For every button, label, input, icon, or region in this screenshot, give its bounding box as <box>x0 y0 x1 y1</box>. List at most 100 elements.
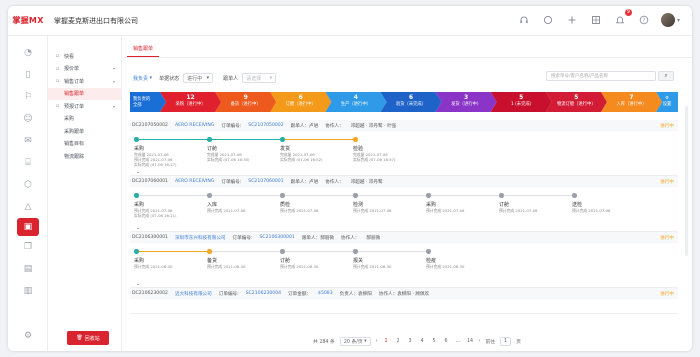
page-number[interactable]: 5 <box>431 339 438 344</box>
menu-item[interactable]: 物流跟踪 <box>48 150 121 163</box>
step-info: 预计完成 2021-06-30 <box>280 264 319 269</box>
next-page-button[interactable]: › <box>479 339 481 344</box>
page-number[interactable]: 14 <box>467 339 474 344</box>
search-button[interactable]: ⌕ <box>658 71 674 81</box>
page-number[interactable]: … <box>455 339 462 344</box>
menu-item[interactable]: 销售跟单 <box>48 87 121 100</box>
expand-chevron-icon[interactable]: ⌄ <box>136 169 140 175</box>
stage-filter-7[interactable]: 51 (未完成) <box>491 92 552 112</box>
expand-chevron-icon[interactable]: ⌄ <box>136 225 140 231</box>
stage-filter-0[interactable]: 我负责的 全部 <box>130 92 166 112</box>
bell-icon[interactable]: 9 <box>613 9 632 27</box>
step-dot <box>499 193 504 198</box>
menu-item[interactable]: ▫ 快看 <box>48 50 121 63</box>
expand-chevron-icon[interactable]: ⌄ <box>136 281 140 287</box>
stage-filter-6[interactable]: 3 发货（进行中） <box>436 92 497 112</box>
stage-filter-3[interactable]: 6 订舱（进行中） <box>270 92 331 112</box>
app-window: 掌握MX 掌握麦克斯进出口有限公司 9 ? ▾ ◔ ▯ ⚐ ☺ ✉ ⌸ ⬡ △ … <box>8 6 692 351</box>
search-input[interactable]: 搜索单号/客户名称/产品名称 <box>546 71 656 81</box>
order-no-link[interactable]: SC2107060001 <box>248 179 283 184</box>
recycle-label: 回收站 <box>84 335 100 342</box>
tab-sales-tracking[interactable]: 销售跟单 <box>127 45 160 57</box>
recycle-bin-button[interactable]: 🗑 回收站 <box>67 331 109 345</box>
rail-dashboard-icon[interactable]: ◔ <box>8 42 48 64</box>
status-select[interactable]: 进行中 ▾ <box>183 73 214 83</box>
scrollbar[interactable] <box>685 106 688 256</box>
page-number[interactable]: 4 <box>419 339 426 344</box>
tracking-id: DC2106230002 <box>132 291 168 296</box>
avatar[interactable] <box>660 13 675 27</box>
customer-link[interactable]: AERO RECEIVING <box>175 179 214 184</box>
page-number[interactable]: 6 <box>443 339 450 344</box>
order-no-link[interactable]: SC2106230004 <box>246 291 281 296</box>
page-number[interactable]: 1 <box>383 339 390 344</box>
order-no-link[interactable]: SC2106300001 <box>259 235 294 240</box>
order-list: DC2107050002 AERO RECEIVING 订单编号: SC2107050… <box>130 120 678 328</box>
plus-icon[interactable] <box>565 13 579 27</box>
collaborators-text: 邓超越 · 邓丹鹭 <box>350 179 383 185</box>
headset-icon[interactable] <box>517 13 531 27</box>
customer-link[interactable]: 迈大科技有限公司 <box>175 291 212 297</box>
chat-icon[interactable] <box>541 13 555 27</box>
step-info: 实际完成 (07-06 16:21) <box>134 213 177 218</box>
menu-item[interactable]: ▫ 报价单 ▾ <box>48 63 121 76</box>
rail-orders-icon[interactable]: ▣ <box>17 218 39 236</box>
customer-link[interactable]: AERO RECEIVING <box>175 123 214 128</box>
step-name: 订舱 <box>499 202 510 208</box>
rail-mail-icon[interactable]: ✉ <box>8 130 48 152</box>
company-name: 掌握麦克斯进出口有限公司 <box>54 16 138 25</box>
rail-report-icon[interactable]: ▤ <box>8 258 48 280</box>
page-number[interactable]: 3 <box>407 339 414 344</box>
rail-cube-icon[interactable]: ⬡ <box>8 174 48 196</box>
stage-filter-4[interactable]: 4 生产（进行中） <box>325 92 386 112</box>
order-card: DC2107060001 AERO RECEIVING 订单编号: SC2107060… <box>130 176 678 232</box>
app-logo[interactable]: 掌握MX <box>8 6 48 36</box>
settings-gear-icon[interactable]: ⚙ <box>8 331 48 341</box>
menu-item[interactable]: ▫ 预报订单 ▾ <box>48 100 121 113</box>
stage-label: 物流订舱（进行中） <box>556 102 596 107</box>
goto-page-input[interactable]: 1 <box>500 336 512 346</box>
order-no-label: 订单编号: <box>221 179 242 185</box>
menu-item[interactable]: 采购跟单 <box>48 125 121 138</box>
stage-filter-1[interactable]: 12 采购（进行中） <box>160 92 221 112</box>
help-icon[interactable]: ? <box>637 13 651 27</box>
step-name: 采购 <box>134 202 145 208</box>
stage-count: 9 <box>243 94 248 101</box>
page-number[interactable]: 2 <box>395 339 402 344</box>
prev-page-button[interactable]: ‹ <box>376 339 378 344</box>
step-name: 采购 <box>134 146 145 152</box>
menu-item[interactable]: 采购 <box>48 113 121 126</box>
menu-item-label: 预报订单 <box>64 103 85 110</box>
owner-select[interactable]: 请选择 ▾ <box>242 73 277 83</box>
user-menu[interactable]: ▾ <box>660 13 680 27</box>
rail-users-icon[interactable]: ☺ <box>8 108 48 130</box>
stage-filter-2[interactable]: 9 备货（进行中） <box>215 92 276 112</box>
rail-inbox-icon[interactable]: ⌸ <box>8 152 48 174</box>
step-dot <box>280 193 285 198</box>
page-size-select[interactable]: 20 条/页 ▾ <box>339 336 371 346</box>
rail-warning-icon[interactable]: △ <box>8 196 48 218</box>
grid-icon[interactable] <box>589 13 603 27</box>
step-name: 入库 <box>207 202 218 208</box>
order-no-link[interactable]: SC2107050002 <box>248 123 283 128</box>
stage-count: 7 <box>629 94 634 101</box>
stage-filter-5[interactable]: 6 验货（未完成） <box>380 92 441 112</box>
rail-document-icon[interactable]: ▯ <box>8 64 48 86</box>
progress-line <box>212 250 280 252</box>
rail-copy-icon[interactable]: ❐ <box>8 236 48 258</box>
stage-count: 3 <box>464 94 469 101</box>
rail-contacts-icon[interactable]: ⚐ <box>8 86 48 108</box>
order-progress <box>130 299 678 313</box>
partner-text: 负责人：袁柳阳 <box>339 291 372 297</box>
menu-item[interactable]: ▫ 销售订单 ▾ <box>48 75 121 88</box>
stage-filter-8[interactable]: 5 物流订舱（进行中） <box>546 92 607 112</box>
list-icon: ▫ <box>55 103 60 110</box>
step-dot <box>134 249 139 254</box>
scope-select[interactable]: 我负责 ▾ <box>130 73 155 83</box>
order-card: DC2106300001 深圳市东兴科技有限公司 订单编号: SC2106300001… <box>130 232 678 288</box>
customer-link[interactable]: 深圳市东兴科技有限公司 <box>175 235 226 241</box>
progress-line <box>431 194 499 196</box>
rail-chart-icon[interactable]: ▥ <box>8 280 48 302</box>
menu-item[interactable]: 销售目标 <box>48 138 121 151</box>
stage-filter-9[interactable]: 7 入库（进行中） <box>601 92 662 112</box>
